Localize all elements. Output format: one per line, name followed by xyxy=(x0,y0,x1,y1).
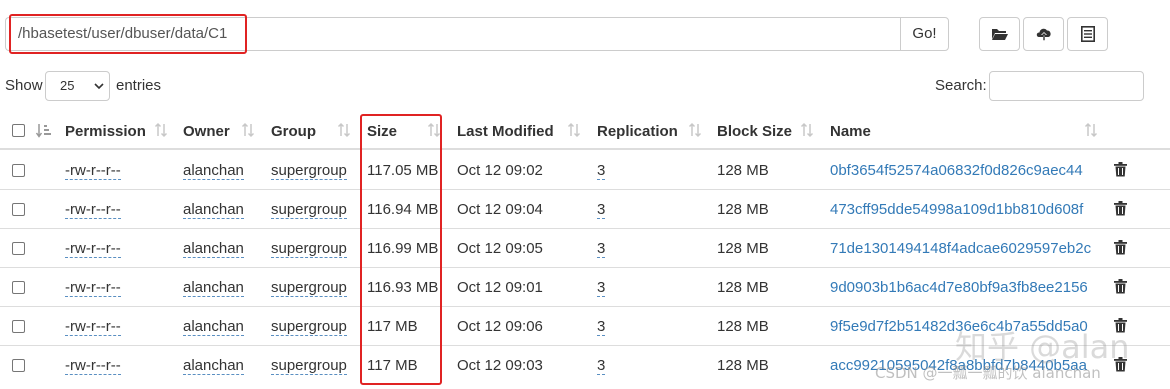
column-permission[interactable]: Permission xyxy=(65,123,146,140)
create-directory-button[interactable] xyxy=(979,17,1020,51)
owner-cell: alanchan xyxy=(183,357,244,375)
folder-open-icon xyxy=(991,29,1008,40)
size-cell: 117 MB xyxy=(367,318,418,335)
owner-cell: alanchan xyxy=(183,318,244,336)
replication-link[interactable]: 3 xyxy=(597,201,606,219)
replication-link[interactable]: 3 xyxy=(597,318,606,336)
trash-icon[interactable] xyxy=(1114,240,1127,255)
watermark-subtext: CSDN @一瓢一瓢的饮 alanchan xyxy=(875,364,1101,382)
file-name-link[interactable]: 9d0903b1b6ac4d7e80bf9a3fb8ee2156 xyxy=(830,279,1088,296)
size-cell: 116.94 MB xyxy=(367,201,439,218)
column-name[interactable]: Name xyxy=(830,123,871,140)
sort-icon[interactable] xyxy=(337,122,351,142)
permission-link[interactable]: -rw-r--r-- xyxy=(65,162,121,180)
permission-link[interactable]: -rw-r--r-- xyxy=(65,201,121,219)
block-size-cell: 128 MB xyxy=(717,240,769,257)
permission-link[interactable]: -rw-r--r-- xyxy=(65,240,121,258)
sort-icon[interactable] xyxy=(800,122,814,142)
file-name-link[interactable]: 0bf3654f52574a06832f0d826c9aec44 xyxy=(830,162,1083,179)
block-size-cell: 128 MB xyxy=(717,162,769,179)
sort-icon[interactable] xyxy=(688,122,702,142)
replication-link[interactable]: 3 xyxy=(597,240,606,258)
modified-cell: Oct 12 09:02 xyxy=(457,162,543,179)
permission-link[interactable]: -rw-r--r-- xyxy=(65,318,121,336)
owner-cell: alanchan xyxy=(183,201,244,219)
owner-cell: alanchan xyxy=(183,279,244,297)
sort-icon[interactable] xyxy=(1084,122,1098,142)
column-size[interactable]: Size xyxy=(367,123,397,140)
row-checkbox[interactable] xyxy=(12,359,25,372)
trash-icon[interactable] xyxy=(1114,279,1127,294)
replication-link[interactable]: 3 xyxy=(597,162,606,180)
replication-link[interactable]: 3 xyxy=(597,357,606,375)
table-row: -rw-r--r-- alanchan supergroup 117.05 MB… xyxy=(0,151,1170,190)
row-checkbox[interactable] xyxy=(12,242,25,255)
entries-label: entries xyxy=(116,77,162,94)
sort-icon[interactable] xyxy=(241,122,255,142)
trash-icon[interactable] xyxy=(1114,162,1127,177)
column-group[interactable]: Group xyxy=(271,123,316,140)
page-size-select[interactable]: 25 xyxy=(45,71,110,101)
sort-icon[interactable] xyxy=(154,122,168,142)
table-row: -rw-r--r-- alanchan supergroup 116.99 MB… xyxy=(0,229,1170,268)
select-all-checkbox[interactable] xyxy=(12,124,25,137)
upload-button[interactable] xyxy=(1023,17,1064,51)
column-last-modified[interactable]: Last Modified xyxy=(457,123,554,140)
table-row: -rw-r--r-- alanchan supergroup 116.94 MB… xyxy=(0,190,1170,229)
size-cell: 117.05 MB xyxy=(367,162,439,179)
path-input[interactable]: /hbasetest/user/dbuser/data/C1 xyxy=(5,17,901,51)
group-cell: supergroup xyxy=(271,240,347,258)
modified-cell: Oct 12 09:01 xyxy=(457,279,543,296)
size-cell: 116.99 MB xyxy=(367,240,439,257)
group-cell: supergroup xyxy=(271,357,347,375)
row-checkbox[interactable] xyxy=(12,320,25,333)
permission-link[interactable]: -rw-r--r-- xyxy=(65,279,121,297)
sort-amount-icon[interactable] xyxy=(35,123,51,139)
group-cell: supergroup xyxy=(271,318,347,336)
file-name-link[interactable]: 473cff95dde54998a109d1bb810d608f xyxy=(830,201,1083,218)
permission-link[interactable]: -rw-r--r-- xyxy=(65,357,121,375)
owner-cell: alanchan xyxy=(183,240,244,258)
sort-icon[interactable] xyxy=(427,122,441,142)
owner-cell: alanchan xyxy=(183,162,244,180)
row-checkbox[interactable] xyxy=(12,203,25,216)
search-input[interactable] xyxy=(989,71,1144,101)
show-label: Show xyxy=(5,77,43,94)
block-size-cell: 128 MB xyxy=(717,357,769,374)
size-cell: 117 MB xyxy=(367,357,418,374)
modified-cell: Oct 12 09:04 xyxy=(457,201,543,218)
group-cell: supergroup xyxy=(271,162,347,180)
modified-cell: Oct 12 09:05 xyxy=(457,240,543,257)
row-checkbox[interactable] xyxy=(12,164,25,177)
sort-icon[interactable] xyxy=(567,122,581,142)
column-block-size[interactable]: Block Size xyxy=(717,123,792,140)
search-label: Search: xyxy=(935,77,987,94)
modified-cell: Oct 12 09:06 xyxy=(457,318,543,335)
group-cell: supergroup xyxy=(271,279,347,297)
block-size-cell: 128 MB xyxy=(717,201,769,218)
block-size-cell: 128 MB xyxy=(717,279,769,296)
column-owner[interactable]: Owner xyxy=(183,123,230,140)
list-icon xyxy=(1080,26,1095,42)
go-button[interactable]: Go! xyxy=(900,17,949,51)
cloud-upload-icon xyxy=(1036,28,1051,41)
table-header: Permission Owner Group Size Last Modifie… xyxy=(0,112,1170,150)
chevron-down-icon xyxy=(94,83,104,90)
trash-icon[interactable] xyxy=(1114,201,1127,216)
replication-link[interactable]: 3 xyxy=(597,279,606,297)
group-cell: supergroup xyxy=(271,201,347,219)
block-size-cell: 128 MB xyxy=(717,318,769,335)
size-cell: 116.93 MB xyxy=(367,279,439,296)
column-replication[interactable]: Replication xyxy=(597,123,678,140)
file-name-link[interactable]: 71de1301494148f4adcae6029597eb2c xyxy=(830,240,1091,257)
table-row: -rw-r--r-- alanchan supergroup 116.93 MB… xyxy=(0,268,1170,307)
cut-paste-button[interactable] xyxy=(1067,17,1108,51)
row-checkbox[interactable] xyxy=(12,281,25,294)
page-size-value: 25 xyxy=(60,78,75,93)
modified-cell: Oct 12 09:03 xyxy=(457,357,543,374)
